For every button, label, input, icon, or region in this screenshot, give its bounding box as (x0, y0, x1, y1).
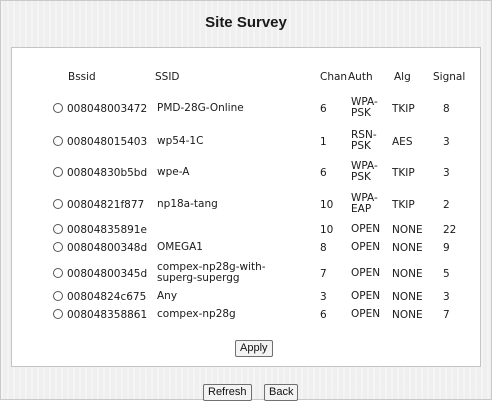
select-radio[interactable] (53, 309, 63, 322)
radio-circle-icon[interactable] (53, 199, 63, 209)
radio-circle-icon[interactable] (53, 268, 63, 278)
cell-bssid: 008048003472 (67, 103, 148, 115)
cell-ssid: compex-np28g-with- superg-supergg (157, 261, 266, 284)
cell-auth: OPEN (351, 223, 381, 235)
cell-chan: 3 (320, 291, 327, 303)
select-radio[interactable] (53, 224, 63, 237)
cell-chan: 1 (320, 136, 327, 148)
cell-signal: 3 (443, 291, 450, 303)
site-survey-panel: Bssid SSID Chan Auth Alg Signal 00804800… (11, 47, 481, 367)
cell-signal: 5 (443, 268, 450, 280)
cell-chan: 10 (320, 224, 334, 236)
refresh-button[interactable]: Refresh (203, 384, 252, 401)
page-title: Site Survey (205, 14, 287, 31)
select-radio[interactable] (53, 291, 63, 304)
header-alg: Alg (394, 71, 411, 83)
cell-auth: OPEN (351, 308, 381, 320)
cell-alg: NONE (392, 224, 423, 236)
cell-chan: 10 (320, 199, 334, 211)
cell-alg: NONE (392, 268, 423, 280)
cell-auth: WPA- PSK (351, 96, 378, 119)
radio-circle-icon[interactable] (53, 136, 63, 146)
select-radio[interactable] (53, 199, 63, 212)
select-radio[interactable] (53, 167, 63, 180)
cell-alg: TKIP (392, 103, 415, 115)
cell-chan: 8 (320, 242, 327, 254)
header-auth: Auth (348, 71, 373, 83)
cell-auth: OPEN (351, 241, 381, 253)
cell-alg: NONE (392, 291, 423, 303)
radio-circle-icon[interactable] (53, 224, 63, 234)
cell-ssid: OMEGA1 (157, 241, 203, 253)
cell-bssid: 00804830b5bd (67, 167, 148, 179)
radio-circle-icon[interactable] (53, 242, 63, 252)
cell-ssid: wpe-A (157, 166, 190, 178)
cell-ssid: Any (157, 290, 178, 302)
cell-chan: 6 (320, 103, 327, 115)
cell-chan: 6 (320, 167, 327, 179)
cell-auth: WPA- PSK (351, 160, 378, 183)
back-button[interactable]: Back (264, 384, 299, 401)
cell-signal: 22 (443, 224, 457, 236)
cell-signal: 3 (443, 167, 450, 179)
cell-bssid: 008048015403 (67, 136, 148, 148)
cell-alg: TKIP (392, 167, 415, 179)
cell-signal: 2 (443, 199, 450, 211)
cell-bssid: 00804800348d (67, 242, 148, 254)
cell-ssid: np18a-tang (157, 198, 218, 210)
radio-circle-icon[interactable] (53, 167, 63, 177)
select-radio[interactable] (53, 242, 63, 255)
radio-circle-icon[interactable] (53, 309, 63, 319)
cell-bssid: 00804821f877 (67, 199, 145, 211)
header-signal: Signal (433, 71, 466, 83)
cell-bssid: 008048358861 (67, 309, 148, 321)
cell-ssid: PMD-28G-Online (157, 102, 244, 114)
cell-ssid: wp54-1C (157, 135, 204, 147)
cell-auth: OPEN (351, 290, 381, 302)
cell-chan: 6 (320, 309, 327, 321)
header-bssid: Bssid (68, 71, 96, 83)
cell-alg: AES (392, 136, 413, 148)
cell-signal: 9 (443, 242, 450, 254)
cell-signal: 7 (443, 309, 450, 321)
cell-signal: 3 (443, 136, 450, 148)
cell-ssid: compex-np28g (157, 308, 236, 320)
select-radio[interactable] (53, 268, 63, 281)
cell-auth: OPEN (351, 267, 381, 279)
select-radio[interactable] (53, 136, 63, 149)
cell-bssid: 00804800345d (67, 268, 148, 280)
cell-auth: WPA- EAP (351, 192, 378, 215)
select-radio[interactable] (53, 103, 63, 116)
cell-alg: NONE (392, 242, 423, 254)
cell-bssid: 00804835891e (67, 224, 147, 236)
cell-alg: NONE (392, 309, 423, 321)
radio-circle-icon[interactable] (53, 291, 63, 301)
cell-alg: TKIP (392, 199, 415, 211)
cell-bssid: 00804824c675 (67, 291, 147, 303)
header-ssid: SSID (155, 71, 180, 83)
cell-auth: RSN- PSK (351, 129, 377, 152)
cell-signal: 8 (443, 103, 450, 115)
header-chan: Chan (320, 71, 348, 83)
cell-chan: 7 (320, 268, 327, 280)
radio-circle-icon[interactable] (53, 103, 63, 113)
apply-button[interactable]: Apply (235, 340, 273, 357)
